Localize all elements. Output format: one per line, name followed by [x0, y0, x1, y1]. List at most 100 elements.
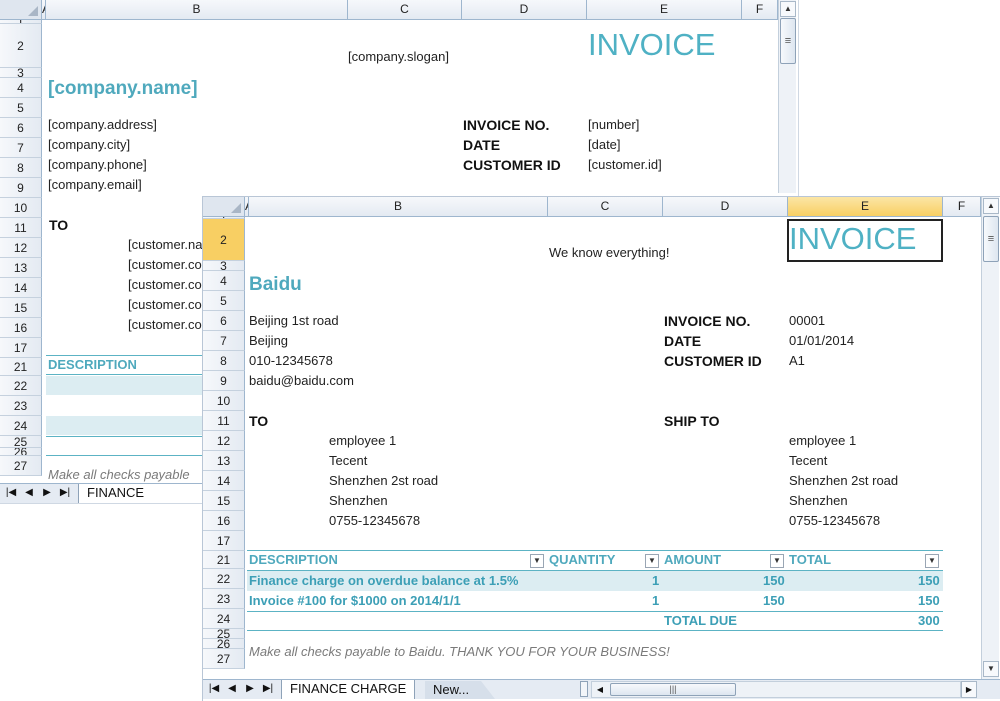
total-due-label[interactable]: TOTAL DUE	[664, 613, 737, 628]
row-header-13[interactable]: 13	[203, 451, 245, 471]
column-header-c[interactable]: C	[348, 0, 462, 20]
row-header-8[interactable]: 8	[0, 158, 42, 178]
to-label[interactable]: TO	[49, 217, 68, 233]
to-line[interactable]: Tecent	[329, 453, 367, 468]
scroll-thumb[interactable]: ≡	[983, 216, 999, 262]
row-header-10[interactable]: 10	[203, 391, 245, 411]
row-header-21[interactable]: 21	[0, 358, 42, 376]
row-header-7[interactable]: 7	[0, 138, 42, 158]
first-sheet-icon[interactable]: |◀	[207, 682, 221, 696]
row-header-23[interactable]: 23	[0, 396, 42, 416]
chevron-down-icon[interactable]: ▼	[770, 554, 784, 568]
select-all-corner[interactable]	[203, 197, 245, 217]
row-header-11[interactable]: 11	[0, 218, 42, 238]
column-header-b[interactable]: B	[249, 197, 548, 217]
company-name[interactable]: [company.name]	[48, 78, 198, 100]
invoice-title[interactable]: INVOICE	[588, 27, 715, 63]
column-header-f[interactable]: F	[943, 197, 981, 217]
to-line[interactable]: employee 1	[329, 433, 396, 448]
customer-id-value[interactable]: A1	[789, 353, 805, 368]
row-header-16[interactable]: 16	[0, 318, 42, 338]
to-line[interactable]: 0755-12345678	[329, 513, 420, 528]
ship-line[interactable]: employee 1	[789, 433, 856, 448]
date-label[interactable]: DATE	[463, 137, 500, 153]
row-header-26[interactable]: 26	[0, 448, 42, 456]
row-quantity[interactable]: 1	[652, 573, 659, 588]
row-header-6[interactable]: 6	[203, 311, 245, 331]
ship-line[interactable]: Shenzhen 2st road	[789, 473, 898, 488]
row-description[interactable]: Invoice #100 for $1000 on 2014/1/1	[249, 593, 461, 608]
quantity-header[interactable]: QUANTITY	[549, 552, 615, 567]
chevron-down-icon[interactable]: ▼	[925, 554, 939, 568]
description-header[interactable]: DESCRIPTION	[249, 552, 338, 567]
prev-sheet-icon[interactable]: ◀	[22, 486, 36, 500]
row-header-2[interactable]: 2	[203, 219, 245, 261]
date-value[interactable]: [date]	[588, 137, 621, 152]
scroll-right-icon[interactable]: ▶	[961, 681, 977, 698]
scroll-up-icon[interactable]: ▲	[780, 1, 796, 17]
ship-line[interactable]: Shenzhen	[789, 493, 848, 508]
row-header-5[interactable]: 5	[0, 98, 42, 118]
sheet-tab-finance-charge[interactable]: FINANCE CHARGE	[78, 484, 210, 503]
row-header-25[interactable]: 25	[203, 629, 245, 639]
date-label[interactable]: DATE	[664, 333, 701, 349]
customer-line[interactable]: [customer.na	[128, 237, 202, 252]
row-header-24[interactable]: 24	[203, 609, 245, 629]
select-all-corner[interactable]	[0, 0, 42, 20]
scroll-thumb[interactable]: ≡	[780, 18, 796, 64]
customer-id-value[interactable]: [customer.id]	[588, 157, 662, 172]
date-value[interactable]: 01/01/2014	[789, 333, 854, 348]
row-header-7[interactable]: 7	[203, 331, 245, 351]
ship-to-label[interactable]: SHIP TO	[664, 413, 720, 429]
row-header-22[interactable]: 22	[0, 376, 42, 396]
column-header-d[interactable]: D	[663, 197, 788, 217]
row-header-3[interactable]: 3	[203, 261, 245, 271]
company-phone[interactable]: 010-12345678	[249, 353, 333, 368]
row-header-8[interactable]: 8	[203, 351, 245, 371]
invoice-no-value[interactable]: [number]	[588, 117, 639, 132]
tab-split-handle[interactable]	[580, 681, 588, 697]
payment-note[interactable]: Make all checks payable to Baidu. THANK …	[249, 644, 670, 659]
row-header-15[interactable]: 15	[203, 491, 245, 511]
vertical-scrollbar[interactable]: ▲ ≡	[778, 0, 796, 193]
description-header[interactable]: DESCRIPTION	[48, 357, 137, 372]
company-city[interactable]: [company.city]	[48, 137, 130, 152]
row-header-6[interactable]: 6	[0, 118, 42, 138]
column-header-f[interactable]: F	[742, 0, 778, 20]
ship-line[interactable]: 0755-12345678	[789, 513, 880, 528]
first-sheet-icon[interactable]: |◀	[4, 486, 18, 500]
row-header-10[interactable]: 10	[0, 198, 42, 218]
column-header-e[interactable]: E	[788, 197, 943, 217]
prev-sheet-icon[interactable]: ◀	[225, 682, 239, 696]
company-address[interactable]: [company.address]	[48, 117, 157, 132]
row-header-25[interactable]: 25	[0, 436, 42, 448]
customer-line[interactable]: [customer.co	[128, 297, 202, 312]
last-sheet-icon[interactable]: ▶|	[58, 486, 72, 500]
scroll-down-icon[interactable]: ▼	[983, 661, 999, 677]
company-name[interactable]: Baidu	[249, 274, 302, 296]
row-header-4[interactable]: 4	[203, 271, 245, 291]
row-header-9[interactable]: 9	[203, 371, 245, 391]
row-header-17[interactable]: 17	[0, 338, 42, 358]
row-header-16[interactable]: 16	[203, 511, 245, 531]
row-header-26[interactable]: 26	[203, 639, 245, 649]
company-phone[interactable]: [company.phone]	[48, 157, 147, 172]
row-header-14[interactable]: 14	[203, 471, 245, 491]
row-header-27[interactable]: 27	[0, 456, 42, 476]
invoice-no-value[interactable]: 00001	[789, 313, 825, 328]
row-header-27[interactable]: 27	[203, 649, 245, 669]
last-sheet-icon[interactable]: ▶|	[261, 682, 275, 696]
invoice-no-label[interactable]: INVOICE NO.	[463, 117, 549, 133]
row-header-13[interactable]: 13	[0, 258, 42, 278]
sheet-tab-finance-charge[interactable]: FINANCE CHARGE	[281, 680, 416, 699]
payment-note[interactable]: Make all checks payable	[48, 467, 190, 482]
company-email[interactable]: [company.email]	[48, 177, 142, 192]
row-header-5[interactable]: 5	[203, 291, 245, 311]
row-amount[interactable]: 150	[763, 573, 785, 588]
row-header-17[interactable]: 17	[203, 531, 245, 551]
customer-id-label[interactable]: CUSTOMER ID	[463, 157, 561, 173]
customer-id-label[interactable]: CUSTOMER ID	[664, 353, 762, 369]
column-header-d[interactable]: D	[462, 0, 587, 20]
row-header-12[interactable]: 12	[0, 238, 42, 258]
row-header-23[interactable]: 23	[203, 589, 245, 609]
